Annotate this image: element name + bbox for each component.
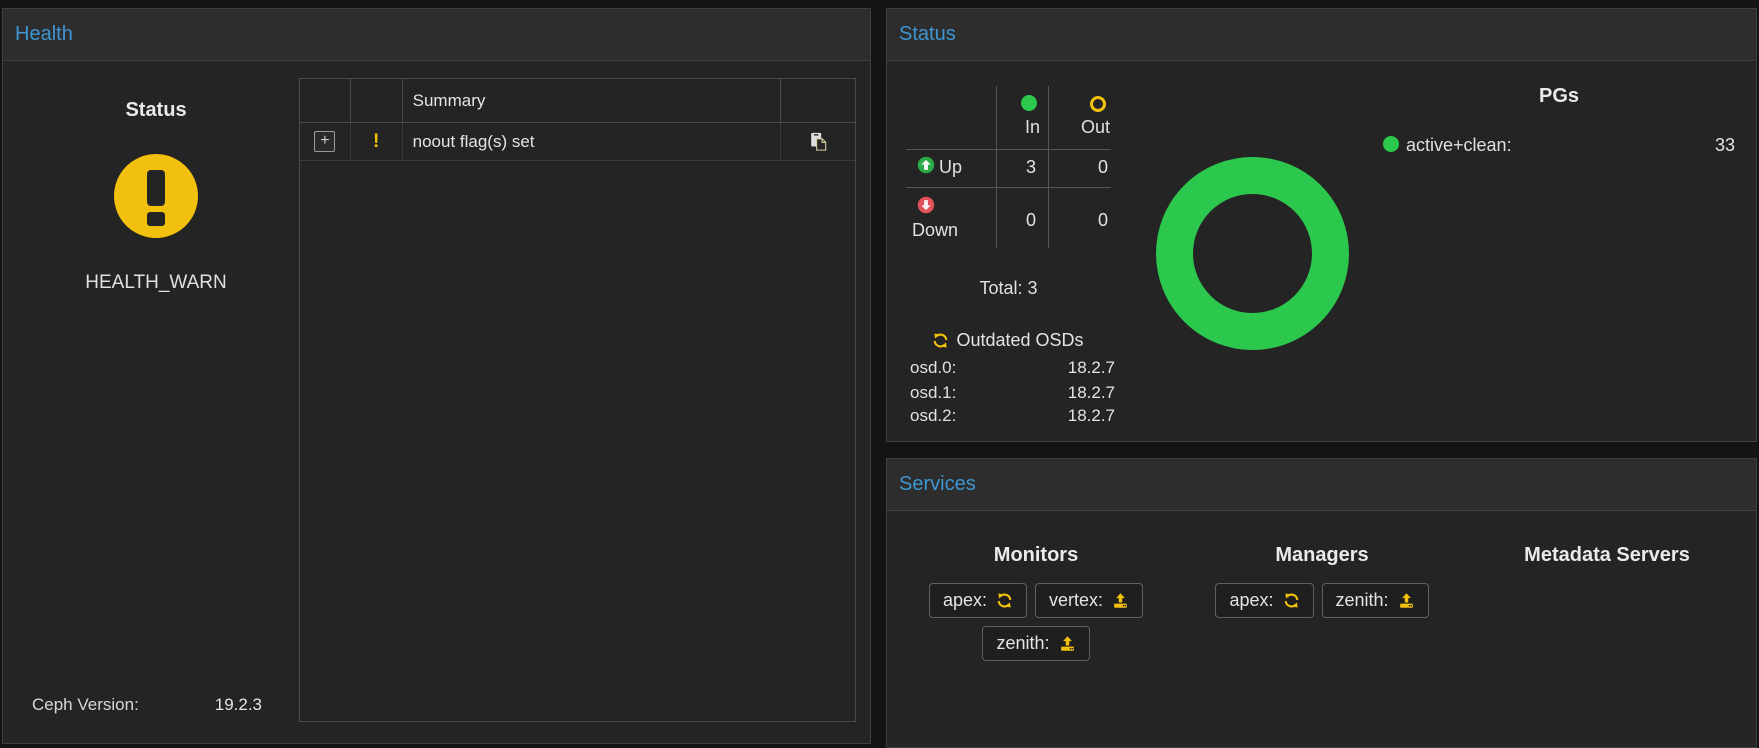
upload-icon: [1112, 592, 1129, 609]
ceph-dashboard: Health Status HEALTH_WARN Ceph Version: …: [0, 0, 1759, 748]
health-warn-icon: [114, 154, 198, 238]
osd-version: 18.2.7: [1010, 357, 1115, 378]
services-panel-title: Services: [887, 459, 1756, 510]
expand-cell: +: [300, 123, 351, 160]
managers-heading: Managers: [1177, 536, 1467, 567]
metadata-servers-heading: Metadata Servers: [1462, 536, 1752, 567]
health-status-value: HEALTH_WARN: [46, 271, 266, 294]
arrow-circle-up-icon: [917, 156, 935, 174]
exclamation-bar: [147, 170, 165, 206]
refresh-icon: [996, 592, 1013, 609]
down-out-value: 0: [1048, 209, 1108, 231]
service-badge-manager-apex[interactable]: apex:: [1215, 583, 1313, 618]
col-in-label: In: [986, 116, 1040, 138]
service-badge-label: apex:: [1229, 590, 1273, 611]
active-clean-dot-icon: [1383, 136, 1399, 152]
up-out-value: 0: [1048, 156, 1108, 178]
out-ring-icon: [1090, 96, 1106, 112]
severity-column-header: [351, 79, 403, 122]
osd-total: Total: 3: [906, 277, 1111, 299]
row-up-label: Up: [939, 156, 962, 178]
grid-line: [906, 187, 1111, 188]
severity-cell: !: [351, 123, 403, 160]
refresh-icon: [1283, 592, 1300, 609]
health-panel-header: Health: [3, 9, 870, 61]
services-panel-header: Services: [887, 459, 1756, 511]
status-panel-title: Status: [887, 9, 1756, 60]
service-badge-monitor-vertex[interactable]: vertex:: [1035, 583, 1143, 618]
pgs-legend-value: 33: [1630, 134, 1735, 156]
summary-cell: noout flag(s) set: [403, 123, 782, 160]
expand-plus-icon[interactable]: +: [314, 131, 335, 152]
down-in-value: 0: [986, 209, 1036, 231]
managers-column: Managers apex: zenith:: [1177, 536, 1467, 618]
osd-name: osd.0:: [910, 357, 956, 378]
ceph-version-label: Ceph Version:: [32, 694, 139, 715]
service-badge-label: apex:: [943, 590, 987, 611]
arrow-circle-down-icon: [917, 196, 935, 214]
table-row[interactable]: + ! noout flag(s) set: [300, 123, 855, 161]
service-badge-monitor-apex[interactable]: apex:: [929, 583, 1027, 618]
pgs-donut-chart: [1156, 157, 1349, 350]
action-cell: [781, 123, 855, 160]
copy-icon[interactable]: [808, 131, 828, 152]
monitors-heading: Monitors: [891, 536, 1181, 567]
table-header-row: Summary: [300, 79, 855, 123]
pgs-heading: PGs: [1469, 85, 1649, 108]
summary-column-header[interactable]: Summary: [403, 79, 782, 122]
osd-name: osd.1:: [910, 382, 956, 403]
up-in-value: 3: [986, 156, 1036, 178]
health-summary-table: Summary + ! noout flag(s) set: [299, 78, 856, 722]
osd-version: 18.2.7: [1010, 405, 1115, 426]
managers-badges: apex: zenith:: [1177, 583, 1467, 618]
service-badge-label: zenith:: [1336, 590, 1389, 611]
outdated-osds-heading: Outdated OSDs: [956, 329, 1083, 351]
service-badge-label: zenith:: [996, 633, 1049, 654]
health-panel-title: Health: [3, 9, 870, 60]
in-dot-icon: [1021, 95, 1037, 111]
pgs-legend-label: active+clean:: [1406, 134, 1512, 156]
col-out-label: Out: [1048, 116, 1110, 138]
osd-version: 18.2.7: [1010, 382, 1115, 403]
expand-column-header: [300, 79, 351, 122]
ceph-version-value: 19.2.3: [150, 694, 262, 715]
outdated-osds-heading-row: Outdated OSDs: [893, 329, 1123, 351]
monitors-badges: apex: vertex: zenith:: [891, 583, 1181, 661]
service-badge-manager-zenith[interactable]: zenith:: [1322, 583, 1429, 618]
osd-name: osd.2:: [910, 405, 956, 426]
refresh-icon: [932, 332, 949, 349]
upload-icon: [1059, 635, 1076, 652]
service-badge-monitor-zenith[interactable]: zenith:: [982, 626, 1089, 661]
status-panel-header: Status: [887, 9, 1756, 61]
service-badge-label: vertex:: [1049, 590, 1103, 611]
metadata-servers-column: Metadata Servers: [1462, 536, 1752, 583]
row-down-label: Down: [912, 219, 958, 241]
action-column-header: [781, 79, 855, 122]
exclamation-dot: [147, 212, 165, 226]
warning-exclamation-icon: !: [373, 131, 379, 153]
upload-icon: [1398, 592, 1415, 609]
grid-line: [906, 149, 1111, 150]
monitors-column: Monitors apex: vertex:: [891, 536, 1181, 661]
health-status-heading: Status: [66, 99, 246, 122]
